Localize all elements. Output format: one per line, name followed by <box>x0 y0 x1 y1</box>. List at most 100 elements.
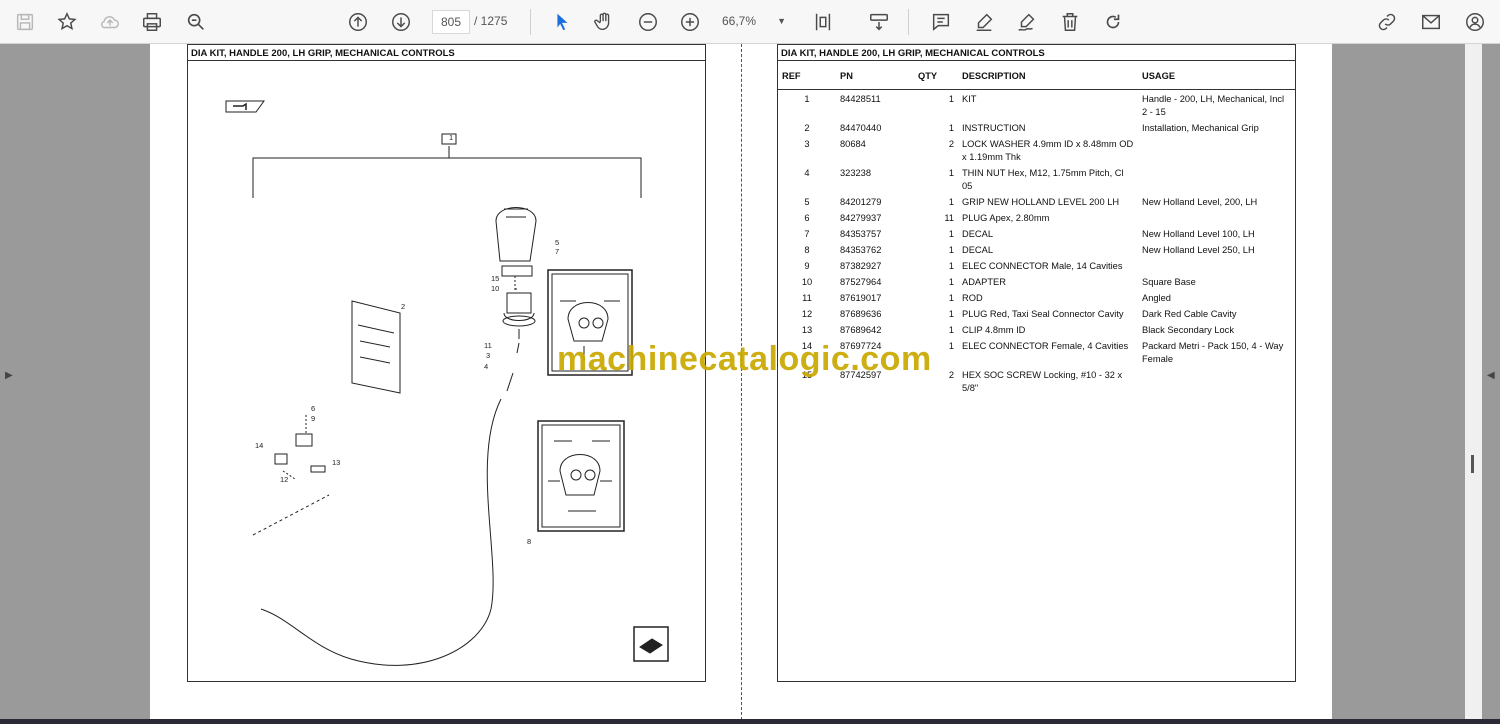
cell-usage: New Holland Level 100, LH <box>1142 229 1255 239</box>
zoom-in-icon[interactable] <box>675 7 705 37</box>
cell-qty: 1 <box>948 293 954 303</box>
cloud-upload-icon[interactable] <box>95 7 125 37</box>
cell-desc: KIT <box>962 94 977 104</box>
cell-pn: 87382927 <box>840 261 882 271</box>
cell-ref: 3 <box>804 139 810 149</box>
grip-handle <box>495 207 537 262</box>
callout-label: 1 <box>449 133 454 142</box>
bookmark-star-icon[interactable] <box>52 7 82 37</box>
view-direction-tag <box>225 100 265 113</box>
callout-label: 5 <box>555 238 560 247</box>
trash-icon[interactable] <box>1055 7 1085 37</box>
cell-usage <box>1138 366 1295 395</box>
page-number-input[interactable]: 805 <box>432 10 470 34</box>
instruction-sheet <box>351 300 401 394</box>
cell-ref: 6 <box>804 213 810 223</box>
cell-usage: New Holland Level, 200, LH <box>1142 197 1258 207</box>
callout-label: 6 <box>311 404 316 413</box>
cell-ref: 7 <box>804 229 810 239</box>
cell-ref: 1 <box>804 94 810 104</box>
cell-qty: 1 <box>948 261 954 271</box>
cell-pn: 87527964 <box>840 277 882 287</box>
cell-qty: 1 <box>948 123 954 133</box>
redo-icon[interactable] <box>1098 7 1128 37</box>
save-icon[interactable] <box>10 7 40 37</box>
callout-label: 13 <box>332 458 341 467</box>
table-row: 6 84279937 11 PLUG Apex, 2.80mm <box>778 209 1295 225</box>
col-desc-header: DESCRIPTION <box>958 69 1138 90</box>
cell-usage: Black Secondary Lock <box>1142 325 1234 335</box>
cell-desc: PLUG Red, Taxi Seal Connector Cavity <box>962 309 1124 319</box>
cell-pn: 84470440 <box>840 123 882 133</box>
callout-label: 8 <box>527 537 532 546</box>
cell-usage <box>1138 209 1295 225</box>
account-icon[interactable] <box>1460 7 1490 37</box>
cell-desc: CLIP 4.8mm ID <box>962 325 1026 335</box>
table-row: 9 87382927 1 ELEC CONNECTOR Male, 14 Caviti… <box>778 257 1295 273</box>
cell-ref: 4 <box>804 168 810 178</box>
cell-ref: 11 <box>802 293 812 303</box>
cell-usage <box>1138 164 1295 193</box>
page-fit-icon[interactable] <box>808 7 838 37</box>
cell-pn: 84353757 <box>840 229 882 239</box>
table-row: 8 84353762 1 DECAL New Holland Level 250, LH <box>778 241 1295 257</box>
zoom-level-value: 66,7% <box>722 14 757 28</box>
cell-qty: 1 <box>948 277 954 287</box>
print-icon[interactable] <box>137 7 167 37</box>
col-qty-header: QTY <box>914 69 958 90</box>
cell-qty: 1 <box>948 309 954 319</box>
cell-ref: 5 <box>804 197 810 207</box>
cell-pn: 84428511 <box>840 94 881 104</box>
cell-qty: 1 <box>948 168 954 178</box>
sign-icon[interactable] <box>1012 7 1042 37</box>
zoom-level-select[interactable]: 66,7% ▼ <box>722 10 792 32</box>
callout-label: 4 <box>484 362 489 371</box>
zoom-out-icon[interactable] <box>633 7 663 37</box>
scrollbar-thumb[interactable] <box>1471 455 1474 473</box>
callout-label: 9 <box>311 414 316 423</box>
hand-tool-icon[interactable] <box>589 7 619 37</box>
table-row: 13 87689642 1 CLIP 4.8mm ID Black Secondary … <box>778 321 1295 337</box>
cell-ref: 10 <box>801 277 813 287</box>
cell-usage: Installation, Mechanical Grip <box>1142 123 1259 133</box>
right-panel-toggle-icon[interactable]: ◀ <box>1487 370 1495 381</box>
highlight-pen-icon[interactable] <box>969 7 999 37</box>
cell-usage: Handle - 200, LH, Mechanical, Incl 2 - 1… <box>1142 94 1285 117</box>
table-row: 10 87527964 1 ADAPTER Square Base <box>778 273 1295 289</box>
select-cursor-icon[interactable] <box>547 7 577 37</box>
callout-label: 15 <box>491 274 500 283</box>
cell-usage: Packard Metri - Pack 150, 4 - Way Female <box>1142 341 1284 364</box>
table-row: 2 84470440 1 INSTRUCTION Installation, Mecha… <box>778 119 1295 135</box>
next-page-icon[interactable] <box>386 7 416 37</box>
comment-icon[interactable] <box>926 7 956 37</box>
zoom-search-icon[interactable] <box>181 7 211 37</box>
table-row: 12 87689636 1 PLUG Red, Taxi Seal Connector… <box>778 305 1295 321</box>
cell-desc: ELEC CONNECTOR Female, 4 Cavities <box>962 341 1129 351</box>
callout-label: 10 <box>491 284 500 293</box>
page-total: / 1275 <box>474 14 508 28</box>
table-row: 5 84201279 1 GRIP NEW HOLLAND LEVEL 200 LH N… <box>778 193 1295 209</box>
callout-label: 7 <box>555 247 560 256</box>
callout-label: 14 <box>255 441 264 450</box>
scroll-mode-icon[interactable] <box>864 7 894 37</box>
watermark-text: machinecatalogic.com <box>557 340 932 378</box>
cell-usage <box>1138 257 1295 273</box>
cell-desc: DECAL <box>962 229 994 239</box>
cell-usage: New Holland Level 250, LH <box>1142 245 1255 255</box>
left-panel-toggle-icon[interactable]: ▶ <box>5 370 13 381</box>
cell-qty: 1 <box>948 229 954 239</box>
cell-desc: GRIP NEW HOLLAND LEVEL 200 LH <box>962 197 1120 207</box>
previous-page-icon[interactable] <box>343 7 373 37</box>
email-icon[interactable] <box>1416 7 1446 37</box>
col-pn-header: PN <box>836 69 914 90</box>
share-link-icon[interactable] <box>1372 7 1402 37</box>
cell-qty: 11 <box>944 213 954 223</box>
table-row: 4 323238 1 THIN NUT Hex, M12, 1.75mm Pitch,… <box>778 164 1295 193</box>
cell-pn: 84279937 <box>840 213 882 223</box>
cell-desc: HEX SOC SCREW Locking, #10 - 32 x 5/8" <box>962 370 1123 393</box>
cell-desc: ADAPTER <box>962 277 1006 287</box>
vertical-scrollbar[interactable] <box>1465 44 1482 724</box>
cell-desc: DECAL <box>962 245 994 255</box>
cell-ref: 12 <box>801 309 813 319</box>
table-header-row: REF PN QTY DESCRIPTION USAGE <box>778 69 1295 90</box>
